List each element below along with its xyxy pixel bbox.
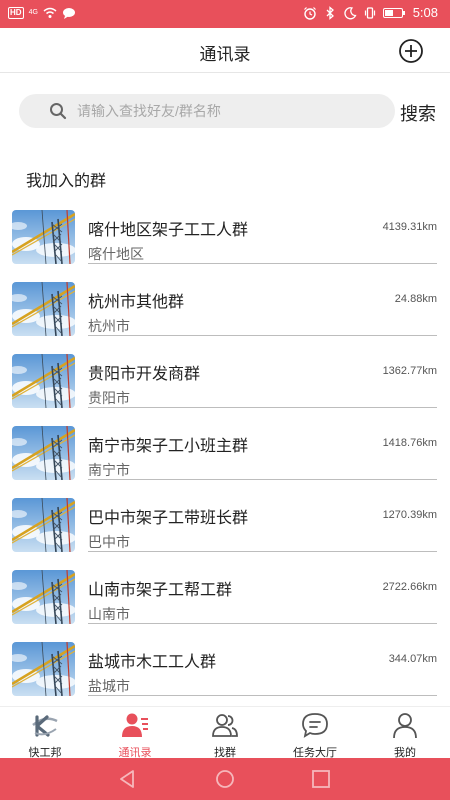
group-avatar <box>12 210 75 264</box>
group-name: 南宁市架子工小班主群 <box>88 438 249 455</box>
tab-bar: 快工邦 通讯录 找群 任务大厅 我的 <box>0 706 450 759</box>
crane-image <box>12 282 75 336</box>
group-list: 喀什地区架子工工人群 4139.31km 喀什地区杭州市其他群 24.88km 杭州市贵… <box>0 206 450 696</box>
task-hall-icon <box>302 713 328 738</box>
home-icon[interactable] <box>213 768 237 790</box>
search-box[interactable] <box>19 94 395 128</box>
crane-image <box>12 210 75 264</box>
status-bar: HD 4G 5:08 <box>0 0 450 28</box>
hd-badge: HD <box>8 7 24 19</box>
group-name: 贵阳市开发商群 <box>88 366 201 383</box>
battery-icon <box>382 8 405 18</box>
tab-task-hall[interactable]: 任务大厅 <box>270 707 360 759</box>
group-list-item[interactable]: 盐城市木工工人群 344.07km 盐城市 <box>0 638 450 696</box>
group-avatar <box>12 282 75 336</box>
crane-image <box>12 354 75 408</box>
group-city: 南宁市 <box>88 462 130 478</box>
status-time: 5:08 <box>412 5 438 20</box>
tab-home[interactable]: 快工邦 <box>0 707 90 759</box>
divider <box>88 551 437 552</box>
moon-icon <box>344 7 357 20</box>
tab-contacts[interactable]: 通讯录 <box>90 707 180 759</box>
group-city: 巴中市 <box>88 534 130 550</box>
group-list-item[interactable]: 南宁市架子工小班主群 1418.76km 南宁市 <box>0 422 450 494</box>
group-city: 杭州市 <box>88 318 130 334</box>
group-distance: 4139.31km <box>382 221 437 233</box>
crane-image <box>12 498 75 552</box>
message-icon <box>62 8 75 19</box>
group-list-item[interactable]: 杭州市其他群 24.88km 杭州市 <box>0 278 450 350</box>
divider <box>88 407 437 408</box>
group-avatar <box>12 354 75 408</box>
find-group-icon <box>212 714 238 737</box>
group-distance: 344.07km <box>388 653 437 665</box>
group-distance: 2722.66km <box>382 581 437 593</box>
group-avatar <box>12 570 75 624</box>
group-list-item[interactable]: 贵阳市开发商群 1362.77km 贵阳市 <box>0 350 450 422</box>
group-distance: 1270.39km <box>382 509 437 521</box>
group-name: 山南市架子工帮工群 <box>88 582 233 599</box>
divider <box>88 695 437 696</box>
contacts-icon <box>122 713 148 737</box>
status-right: 5:08 <box>303 5 438 21</box>
search-input[interactable] <box>77 94 377 128</box>
group-name: 喀什地区架子工工人群 <box>88 222 249 239</box>
app-logo-icon <box>32 715 58 737</box>
group-city: 贵阳市 <box>88 390 130 406</box>
group-list-item[interactable]: 巴中市架子工带班长群 1270.39km 巴中市 <box>0 494 450 566</box>
recents-icon[interactable] <box>309 768 333 790</box>
profile-icon <box>393 713 417 739</box>
battery-level <box>384 10 394 16</box>
header: 通讯录 <box>0 28 450 73</box>
page-title: 通讯录 <box>199 45 251 64</box>
back-icon[interactable] <box>116 768 140 790</box>
wifi-icon <box>43 7 57 18</box>
group-distance: 24.88km <box>394 293 437 305</box>
group-list-item[interactable]: 喀什地区架子工工人群 4139.31km 喀什地区 <box>0 206 450 278</box>
divider <box>88 335 437 336</box>
crane-image <box>12 426 75 480</box>
group-city: 盐城市 <box>88 678 130 694</box>
group-name: 巴中市架子工带班长群 <box>88 510 249 527</box>
group-avatar <box>12 426 75 480</box>
divider <box>88 263 437 264</box>
group-avatar <box>12 642 75 696</box>
status-left: HD 4G <box>8 6 76 20</box>
divider <box>88 623 437 624</box>
vibrate-icon <box>364 7 375 19</box>
crane-image <box>12 642 75 696</box>
search-icon <box>50 103 67 120</box>
section-title: 我加入的群 <box>26 173 107 190</box>
alarm-icon <box>303 7 316 20</box>
crane-image <box>12 570 75 624</box>
tab-profile[interactable]: 我的 <box>360 707 450 759</box>
group-list-item[interactable]: 山南市架子工帮工群 2722.66km 山南市 <box>0 566 450 638</box>
divider <box>88 479 437 480</box>
group-city: 喀什地区 <box>88 246 144 262</box>
group-distance: 1418.76km <box>382 437 437 449</box>
search-button[interactable]: 搜索 <box>400 100 436 126</box>
tab-find-group[interactable]: 找群 <box>180 707 270 759</box>
system-nav-bar <box>0 758 450 800</box>
bluetooth-icon <box>326 6 334 20</box>
add-button[interactable] <box>398 38 424 64</box>
group-name: 盐城市木工工人群 <box>88 654 217 671</box>
network-type: 4G <box>28 9 38 16</box>
group-city: 山南市 <box>88 606 130 622</box>
group-name: 杭州市其他群 <box>88 294 185 311</box>
group-distance: 1362.77km <box>382 365 437 377</box>
group-avatar <box>12 498 75 552</box>
